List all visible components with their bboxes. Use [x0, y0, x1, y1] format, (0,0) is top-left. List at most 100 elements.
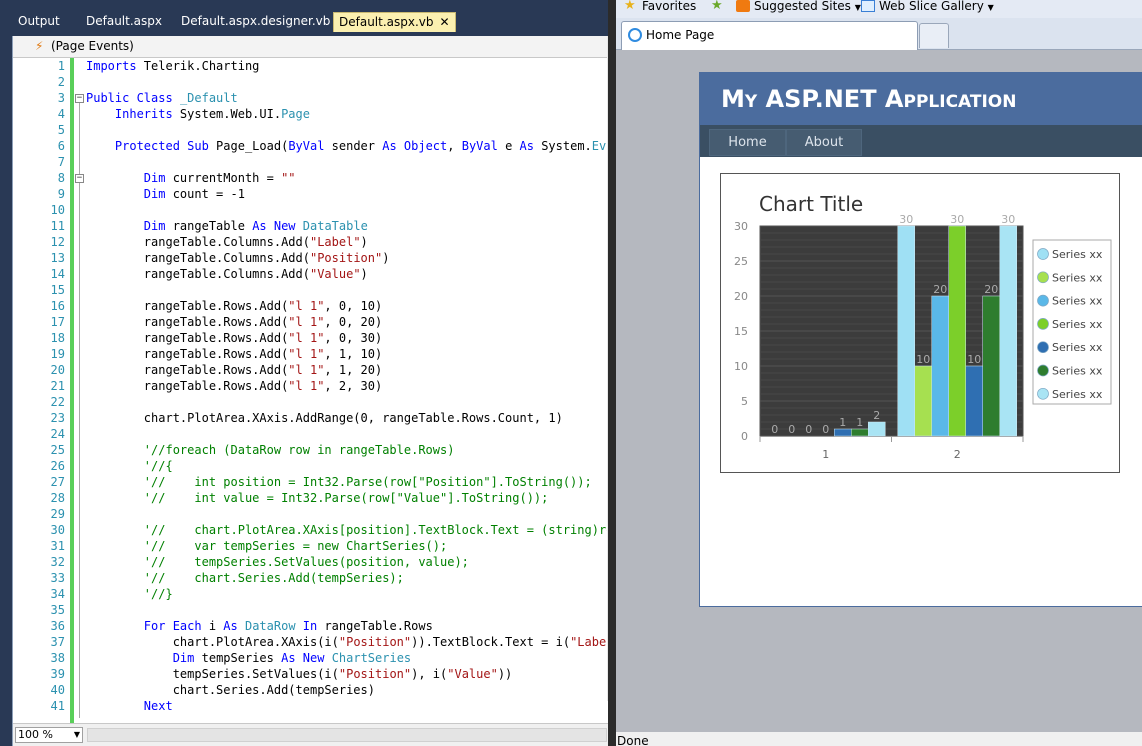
favorites-button[interactable]: ★ Favorites	[624, 0, 696, 13]
code-line[interactable]: rangeTable.Rows.Add("l 1", 0, 10)	[86, 298, 382, 314]
close-icon[interactable]: ✕	[440, 15, 450, 29]
code-line[interactable]: Dim rangeTable As New DataTable	[86, 218, 368, 234]
code-line[interactable]: '// chart.PlotArea.XAxis[position].TextB…	[86, 522, 607, 538]
line-number: 1	[57, 59, 65, 73]
tab-default-aspx-vb[interactable]: Default.aspx.vb ✕	[333, 12, 456, 32]
code-line[interactable]: '// int value = Int32.Parse(row["Value"]…	[86, 490, 549, 506]
member-dropdown[interactable]: ⚡ (Page Events)	[13, 36, 611, 58]
member-dropdown-value: (Page Events)	[51, 39, 134, 53]
y-tick-label: 25	[734, 255, 748, 268]
new-tab-button[interactable]	[919, 23, 949, 48]
code-line[interactable]: Public Class _Default	[86, 90, 238, 106]
data-label: 30	[899, 213, 913, 226]
line-number: 31	[50, 539, 65, 553]
bar	[931, 295, 949, 437]
line-number: 19	[50, 347, 65, 361]
code-line[interactable]: Protected Sub Page_Load(ByVal sender As …	[86, 138, 607, 154]
chart-title: Chart Title	[759, 192, 863, 216]
site-title: My ASP.NET Application	[721, 85, 1017, 113]
code-line[interactable]: rangeTable.Rows.Add("l 1", 2, 30)	[86, 378, 382, 394]
legend-marker	[1037, 271, 1049, 284]
code-line[interactable]: tempSeries.SetValues(i("Position"), i("V…	[86, 666, 513, 682]
event-icon: ⚡	[35, 39, 44, 53]
bar	[868, 421, 886, 437]
code-line[interactable]: Imports Telerik.Charting	[86, 58, 259, 74]
code-line[interactable]: '// var tempSeries = new ChartSeries();	[86, 538, 447, 554]
legend-marker	[1037, 387, 1049, 400]
line-number: 21	[50, 379, 65, 393]
line-number: 14	[50, 267, 65, 281]
x-tick-label: 2	[954, 448, 961, 461]
legend-marker	[1037, 364, 1049, 377]
line-number: 9	[57, 187, 65, 201]
zoom-dropdown[interactable]: 100 % ▼	[15, 727, 83, 743]
y-tick-label: 0	[741, 430, 748, 443]
code-line[interactable]: '// chart.Series.Add(tempSeries);	[86, 570, 404, 586]
outline-guide	[79, 98, 80, 718]
collapse-icon[interactable]: −	[75, 174, 84, 183]
bar	[948, 225, 966, 437]
tab-label: Default.aspx.vb	[339, 15, 434, 29]
browser-tab-home-page[interactable]: Home Page	[621, 21, 918, 50]
add-favorite-button[interactable]: ★	[711, 0, 729, 13]
web-slice-gallery-button[interactable]: Web Slice Gallery ▼	[861, 0, 994, 14]
line-number: 41	[50, 699, 65, 713]
code-line[interactable]: '// int position = Int32.Parse(row["Posi…	[86, 474, 592, 490]
code-line[interactable]: Dim count = -1	[86, 186, 245, 202]
browser-tab-bar: Home Page	[616, 18, 1142, 50]
code-line[interactable]: rangeTable.Columns.Add("Label")	[86, 234, 368, 250]
code-line[interactable]: Dim tempSeries As New ChartSeries	[86, 650, 411, 666]
code-line[interactable]: chart.PlotArea.XAxis(i("Position")).Text…	[86, 634, 607, 650]
tab-label: Output	[18, 14, 60, 28]
data-label: 0	[805, 423, 812, 436]
tab-output[interactable]: Output	[12, 12, 60, 32]
menu-item-home[interactable]: Home	[709, 129, 786, 156]
code-line[interactable]: rangeTable.Rows.Add("l 1", 1, 10)	[86, 346, 382, 362]
code-line[interactable]: chart.PlotArea.XAxis.AddRange(0, rangeTa…	[86, 410, 563, 426]
data-label: 10	[967, 353, 981, 366]
code-editor: ⚡ (Page Events) − − 1 Imports Telerik.Cha…	[12, 36, 611, 746]
menu-item-about[interactable]: About	[786, 129, 862, 156]
window-splitter[interactable]	[608, 0, 616, 746]
data-label: 30	[1001, 213, 1015, 226]
line-number: 20	[50, 363, 65, 377]
code-line[interactable]: Dim currentMonth = ""	[86, 170, 296, 186]
tab-default-aspx[interactable]: Default.aspx	[80, 12, 162, 32]
line-number: 32	[50, 555, 65, 569]
code-line[interactable]: rangeTable.Rows.Add("l 1", 0, 20)	[86, 314, 382, 330]
legend-label: Series xx	[1052, 271, 1103, 284]
code-line[interactable]: rangeTable.Rows.Add("l 1", 1, 20)	[86, 362, 382, 378]
bar	[965, 365, 983, 437]
horizontal-scrollbar[interactable]	[87, 728, 607, 742]
code-line[interactable]: '// tempSeries.SetValues(position, value…	[86, 554, 469, 570]
code-line[interactable]: '//}	[86, 586, 173, 602]
code-line[interactable]: rangeTable.Columns.Add("Position")	[86, 250, 390, 266]
code-line[interactable]: Inherits System.Web.UI.Page	[86, 106, 310, 122]
code-line[interactable]: For Each i As DataRow In rangeTable.Rows	[86, 618, 433, 634]
suggested-sites-label: Suggested Sites	[754, 0, 851, 13]
line-number: 23	[50, 411, 65, 425]
code-line[interactable]: Next	[86, 698, 173, 714]
suggested-sites-button[interactable]: Suggested Sites ▼	[736, 0, 861, 14]
code-line[interactable]: '//foreach (DataRow row in rangeTable.Ro…	[86, 442, 455, 458]
data-label: 2	[873, 409, 880, 422]
line-number: 35	[50, 603, 65, 617]
line-number: 8	[57, 171, 65, 185]
line-number: 37	[50, 635, 65, 649]
data-label: 1	[856, 416, 863, 429]
code-line[interactable]: '//{	[86, 458, 173, 474]
code-area[interactable]: − − 1 Imports Telerik.Charting 2 3 Public Cl…	[13, 58, 607, 723]
line-number: 3	[57, 91, 65, 105]
line-number: 40	[50, 683, 65, 697]
line-number: 24	[50, 427, 65, 441]
code-line[interactable]: rangeTable.Columns.Add("Value")	[86, 266, 368, 282]
tab-default-aspx-designer-vb[interactable]: Default.aspx.designer.vb	[175, 12, 330, 32]
web-page: My ASP.NET Application Home About Chart …	[699, 72, 1142, 607]
collapse-icon[interactable]: −	[75, 94, 84, 103]
favorites-bar: ★ Favorites ★ Suggested Sites ▼ Web Slice…	[616, 0, 1142, 18]
code-line[interactable]: chart.Series.Add(tempSeries)	[86, 682, 375, 698]
data-label: 20	[984, 283, 998, 296]
add-favorite-icon: ★	[711, 0, 723, 13]
code-line[interactable]: rangeTable.Rows.Add("l 1", 0, 30)	[86, 330, 382, 346]
line-number: 25	[50, 443, 65, 457]
